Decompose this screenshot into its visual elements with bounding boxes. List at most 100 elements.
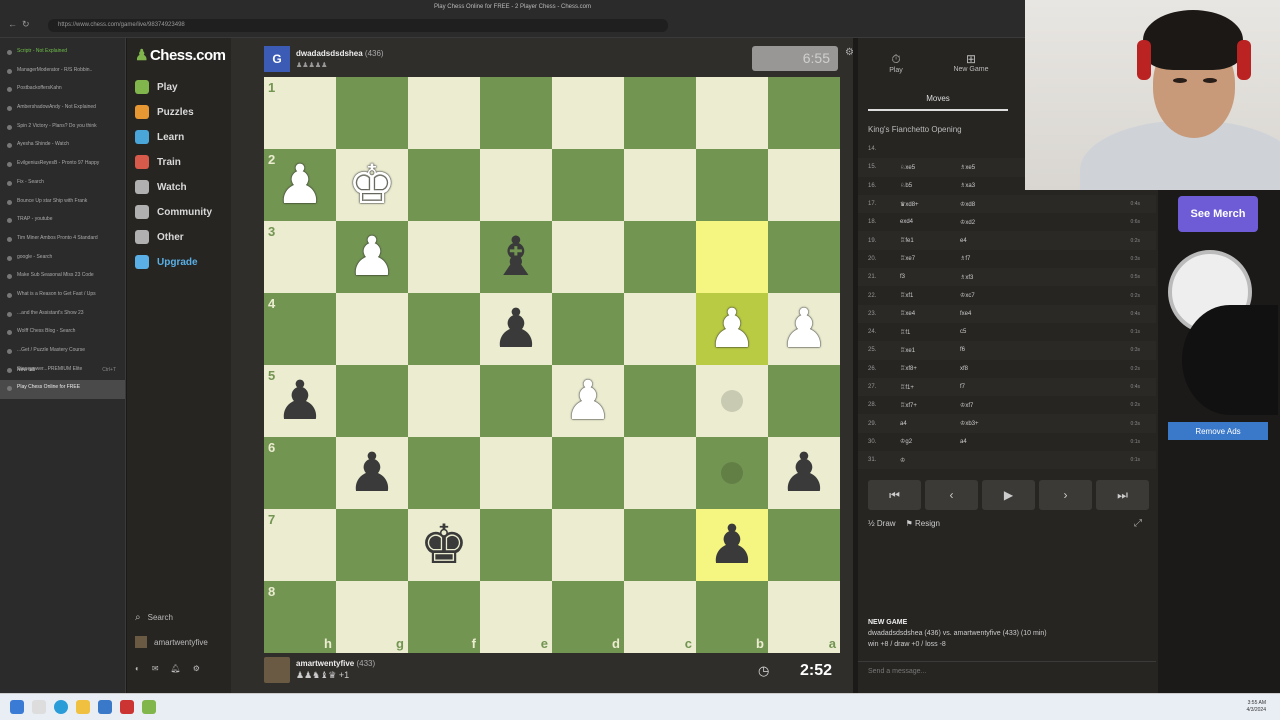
settings-icon[interactable]: ⚙ <box>193 664 200 673</box>
browser-tab[interactable]: ManagerModerator - R/S Robbin.. <box>0 63 125 82</box>
board-square[interactable]: ♚ <box>408 509 480 581</box>
board-square[interactable]: a <box>768 581 840 653</box>
theme-icon[interactable]: ◐ <box>135 664 140 673</box>
chess-app-icon[interactable] <box>142 700 156 714</box>
white-pawn[interactable]: ♟ <box>336 221 408 293</box>
board-square[interactable] <box>408 293 480 365</box>
board-square[interactable] <box>624 221 696 293</box>
board-square[interactable] <box>696 77 768 149</box>
board-square[interactable]: ♚ <box>336 149 408 221</box>
board-square[interactable] <box>696 365 768 437</box>
draw-button[interactable]: ½ Draw <box>868 519 896 528</box>
move-san[interactable]: ♛xd8+ <box>900 201 960 208</box>
app-icon[interactable] <box>120 700 134 714</box>
board-square[interactable] <box>408 149 480 221</box>
move-san[interactable]: ♘xe5 <box>900 164 960 171</box>
board-square[interactable] <box>624 509 696 581</box>
board-square[interactable] <box>624 365 696 437</box>
board-square[interactable] <box>336 509 408 581</box>
browser-tab[interactable]: ...Get / Puzzle Mastery Course <box>0 343 125 362</box>
move-san[interactable]: ♔xd8 <box>960 201 1110 208</box>
move-san[interactable]: ♖xe7 <box>900 255 960 262</box>
new-tab-button[interactable]: New tab Ctrl+T <box>0 364 126 378</box>
move-san[interactable]: fxe4 <box>960 311 1110 317</box>
browser-tab[interactable]: Bounce Up star Ship with Frank <box>0 194 125 213</box>
move-san[interactable]: ♖fe1 <box>900 237 960 244</box>
opening-name[interactable]: King's Fianchetto Opening <box>868 125 962 134</box>
expand-icon[interactable]: ⤢ <box>1134 518 1142 529</box>
board-square[interactable]: 5 ♟ <box>264 365 336 437</box>
board-square[interactable]: e <box>480 581 552 653</box>
store-icon[interactable] <box>98 700 112 714</box>
black-pawn[interactable]: ♟ <box>768 437 840 509</box>
browser-tab[interactable]: TRAP - youtube <box>0 212 125 231</box>
board-square[interactable] <box>768 221 840 293</box>
board-square[interactable] <box>768 509 840 581</box>
browser-tab[interactable]: Ayesha Shinde - Watch <box>0 137 125 156</box>
notifications-icon[interactable]: 🔔︎ <box>171 664 181 673</box>
see-merch-button[interactable]: See Merch <box>1178 196 1258 232</box>
board-square[interactable] <box>768 77 840 149</box>
board-square[interactable] <box>480 77 552 149</box>
move-san[interactable]: ♖xe4 <box>900 310 960 317</box>
board-square[interactable]: 3 <box>264 221 336 293</box>
board-square[interactable] <box>408 365 480 437</box>
sidebar-profile[interactable]: amartwentyfive <box>135 636 208 648</box>
move-san[interactable]: a4 <box>900 421 960 427</box>
board-square[interactable] <box>552 437 624 509</box>
move-hint-dot[interactable] <box>721 390 743 412</box>
start-icon[interactable] <box>10 700 24 714</box>
board-square[interactable] <box>624 77 696 149</box>
move-san[interactable]: ♔ <box>900 457 960 464</box>
explorer-icon[interactable] <box>76 700 90 714</box>
board-square[interactable] <box>624 293 696 365</box>
nav-watch[interactable]: Watch <box>135 178 187 196</box>
search-icon[interactable] <box>32 700 46 714</box>
move-san[interactable]: f3 <box>900 274 960 280</box>
chess-board[interactable]: 1 2 ♟ ♚ 3 ♟ ♝ 4 ♟ ♟ ♟ 5 ♟ ♟ 6 ♟ ♟ 7 ♚ ♟ 8 h g f e d c b a <box>264 77 840 653</box>
board-square[interactable]: ♟ <box>768 437 840 509</box>
nav-puzzles[interactable]: Puzzles <box>135 103 194 121</box>
nav-upgrade[interactable]: Upgrade <box>135 253 198 271</box>
move-san[interactable]: ♖xe1 <box>900 347 960 354</box>
system-tray[interactable]: 3:55 AM 4/3/2024 <box>1247 700 1266 714</box>
browser-tab[interactable]: Fix - Search <box>0 175 125 194</box>
board-square[interactable]: ♟ <box>696 509 768 581</box>
black-pawn[interactable]: ♟ <box>480 293 552 365</box>
chess-logo[interactable]: ♟ Chess.com <box>135 46 226 64</box>
first-move-button[interactable]: ⏮ <box>868 480 921 510</box>
move-san[interactable]: ♖xf8+ <box>900 365 960 372</box>
board-square[interactable] <box>552 77 624 149</box>
move-san[interactable]: ♗f7 <box>960 255 1110 262</box>
move-san[interactable]: ♔xf7 <box>960 402 1110 409</box>
board-settings-icon[interactable]: ⚙ <box>845 47 854 58</box>
browser-tab[interactable]: Play Chess Online for FREE <box>0 380 125 400</box>
browser-tab[interactable]: Make Sub Seasonal Miss 23 Code <box>0 268 125 287</box>
browser-tab[interactable]: EvilgeniusReyesB - Pronto 97 Happy <box>0 156 125 175</box>
move-san[interactable]: ♔xc7 <box>960 292 1110 299</box>
board-square[interactable]: g <box>336 581 408 653</box>
nav-other[interactable]: Other <box>135 228 184 246</box>
back-icon[interactable]: ← <box>8 19 17 29</box>
board-square[interactable]: 8h <box>264 581 336 653</box>
move-san[interactable]: ♔g2 <box>900 438 960 445</box>
board-square[interactable]: 1 <box>264 77 336 149</box>
white-pawn[interactable]: ♟ <box>264 149 336 221</box>
browser-tab[interactable]: What is a Reason to Get Fast / Ups <box>0 287 125 306</box>
board-square[interactable] <box>480 509 552 581</box>
board-square[interactable]: 6 <box>264 437 336 509</box>
browser-tab[interactable]: ...and the Assistant's Show 23 <box>0 306 125 325</box>
opponent-avatar[interactable]: G <box>264 46 290 72</box>
nav-train[interactable]: Train <box>135 153 181 171</box>
browser-tab[interactable]: Wolff Chess Blog - Search <box>0 324 125 343</box>
next-move-button[interactable]: › <box>1039 480 1092 510</box>
black-bishop[interactable]: ♝ <box>480 221 552 293</box>
board-square[interactable]: ♟ <box>696 293 768 365</box>
move-hint-dot[interactable] <box>721 462 743 484</box>
black-king[interactable]: ♚ <box>408 509 480 581</box>
move-san[interactable]: exd4 <box>900 219 960 225</box>
board-square[interactable] <box>480 149 552 221</box>
prev-move-button[interactable]: ‹ <box>925 480 978 510</box>
board-square[interactable] <box>336 365 408 437</box>
board-square[interactable] <box>336 293 408 365</box>
